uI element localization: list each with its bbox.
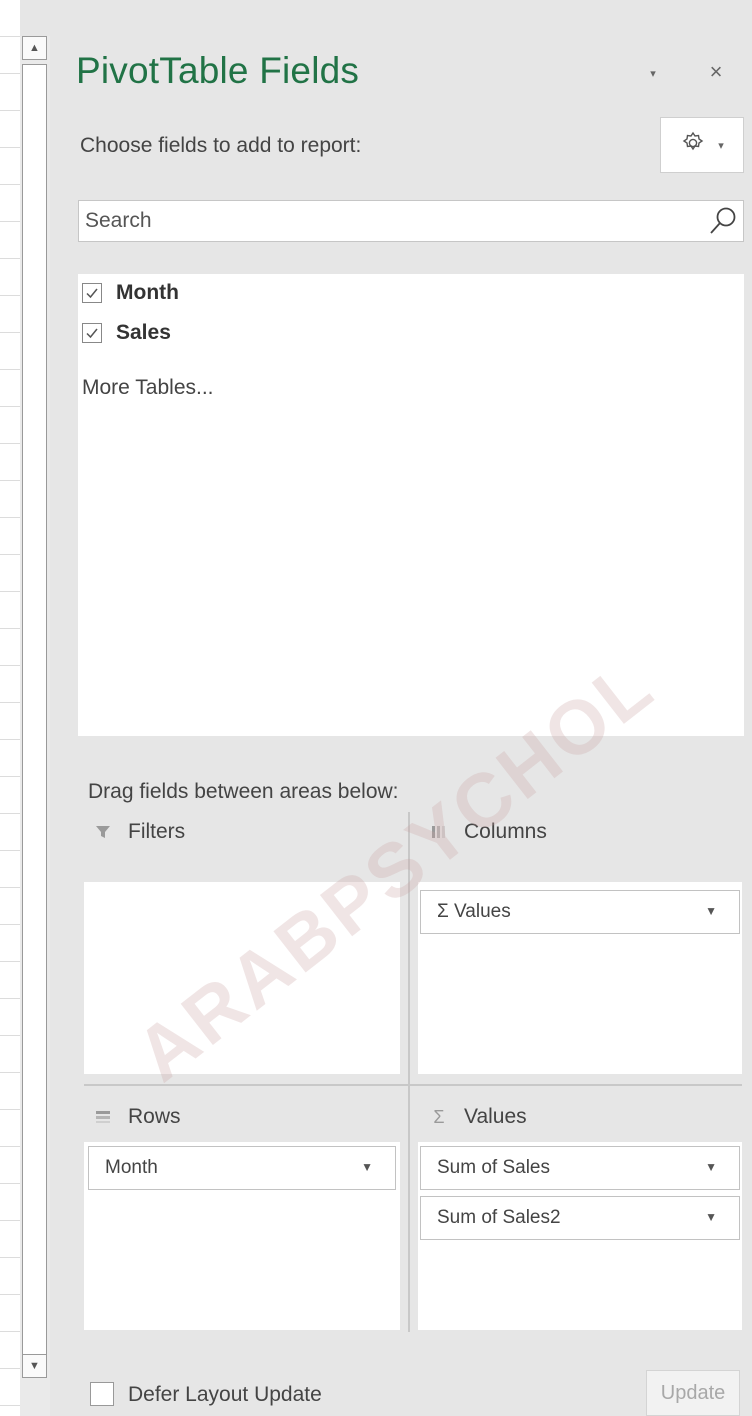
scrollbar-track[interactable] [22,64,47,1364]
area-divider-horizontal [84,1084,742,1086]
chip-label: Σ Values [437,901,511,922]
field-label: Sales [116,321,171,344]
sigma-icon: Σ [433,1106,445,1127]
scroll-down-button[interactable]: ▼ [22,1354,47,1378]
values-label: Values [464,1105,527,1128]
field-item-month[interactable]: Month [82,276,179,310]
more-tables-link[interactable]: More Tables... [82,376,214,400]
chevron-down-icon: ▾ [718,139,724,152]
filter-icon [92,821,114,843]
vertical-scrollbar[interactable]: ▲ ▼ [20,36,50,1416]
field-list: Month Sales More Tables... [78,274,744,736]
columns-icon [428,821,450,843]
values-area-header: Σ Values [428,1105,527,1129]
filters-area-header: Filters [92,820,185,844]
filters-drop-area[interactable] [84,882,400,1074]
area-divider-vertical [408,812,410,1332]
chip-label: Sum of Sales2 [437,1207,561,1228]
chevron-down-icon[interactable]: ▼ [361,1160,373,1174]
chevron-down-icon[interactable]: ▼ [705,904,717,918]
search-input[interactable] [79,201,699,241]
defer-layout-checkbox[interactable] [90,1382,114,1406]
rows-month-chip[interactable]: Month ▼ [88,1146,396,1190]
checkmark-icon [86,288,98,299]
scroll-up-button[interactable]: ▲ [22,36,47,60]
defer-layout-label: Defer Layout Update [128,1383,322,1406]
pane-options-dropdown[interactable]: ▾ [642,62,664,84]
choose-fields-label: Choose fields to add to report: [80,134,362,157]
chip-label: Sum of Sales [437,1157,550,1178]
search-icon[interactable] [707,205,739,237]
drag-fields-label: Drag fields between areas below: [88,780,399,803]
worksheet-grid-strip [0,0,20,1416]
rows-label: Rows [128,1105,181,1128]
columns-values-chip[interactable]: Σ Values ▼ [420,890,740,934]
month-checkbox[interactable] [82,283,102,303]
close-pane-button[interactable]: × [702,58,730,86]
field-search-box[interactable] [78,200,744,242]
rows-area-header: Rows [92,1105,181,1129]
chevron-down-icon[interactable]: ▼ [705,1160,717,1174]
checkmark-icon [86,328,98,339]
update-button[interactable]: Update [646,1370,740,1416]
field-item-sales[interactable]: Sales [82,316,171,350]
columns-label: Columns [464,820,547,843]
field-label: Month [116,281,179,304]
pane-title: PivotTable Fields [76,50,360,91]
values-sum-of-sales2-chip[interactable]: Sum of Sales2 ▼ [420,1196,740,1240]
columns-area-header: Columns [428,820,547,844]
chevron-down-icon[interactable]: ▼ [705,1210,717,1224]
filters-label: Filters [128,820,186,843]
sales-checkbox[interactable] [82,323,102,343]
rows-icon [92,1106,114,1128]
gear-icon [680,130,706,161]
values-sum-of-sales-chip[interactable]: Sum of Sales ▼ [420,1146,740,1190]
tools-gear-button[interactable]: ▾ [660,117,744,173]
pivottable-fields-pane: PivotTable Fields ▾ × Choose fields to a… [50,0,752,1416]
chip-label: Month [105,1157,158,1178]
